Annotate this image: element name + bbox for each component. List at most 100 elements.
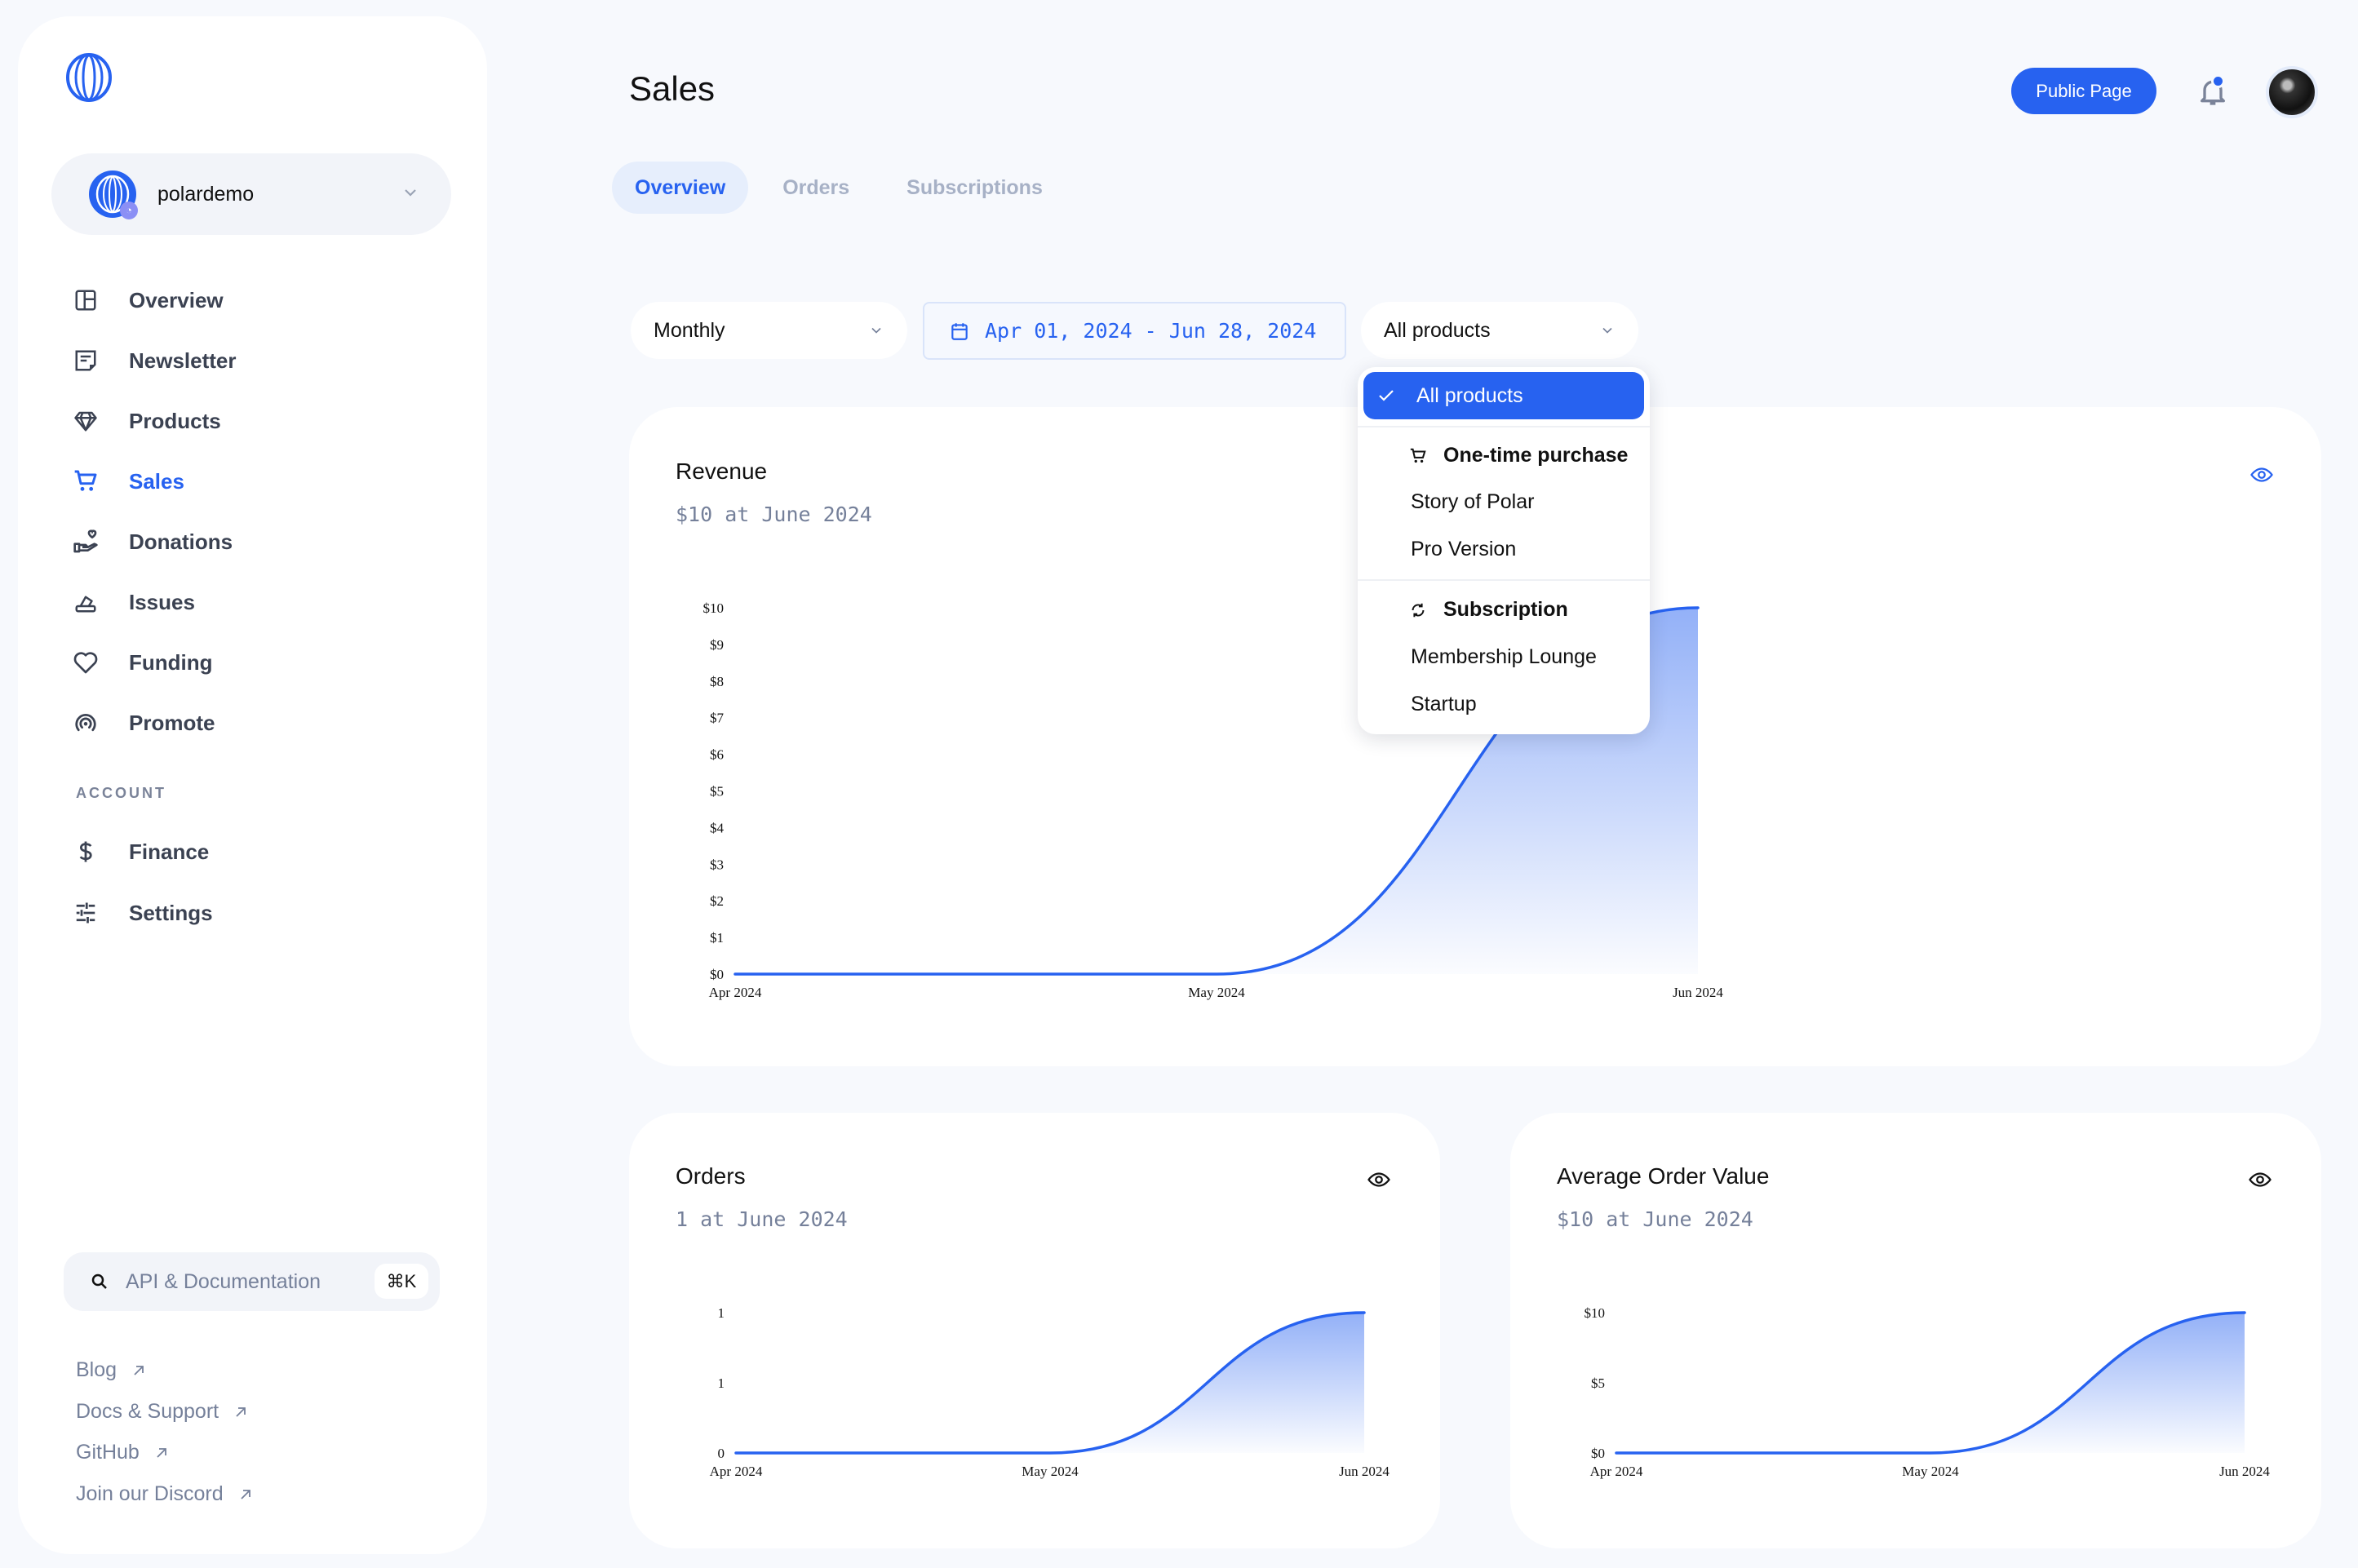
sidebar-item-label: Newsletter (129, 348, 237, 373)
eraser-icon (72, 588, 100, 616)
dropdown-option[interactable]: Pro Version (1411, 538, 1516, 561)
product-select[interactable]: All products (1361, 302, 1638, 359)
sidebar-item-newsletter[interactable]: Newsletter (72, 340, 431, 381)
x-tick-label: May 2024 (1188, 985, 1245, 1000)
check-icon (1379, 390, 1394, 401)
docs-support-link[interactable]: Docs & Support (76, 1400, 248, 1424)
keyboard-shortcut: ⌘K (375, 1264, 428, 1299)
sidebar-item-label: Promote (129, 710, 215, 735)
sidebar-item-sales[interactable]: Sales (72, 461, 431, 502)
x-tick-label: Apr 2024 (1590, 1464, 1643, 1479)
sidebar-item-products[interactable]: Products (72, 401, 431, 441)
notification-badge (2211, 74, 2225, 88)
date-range-value: Apr 01, 2024 - Jun 28, 2024 (985, 319, 1317, 343)
link-label: GitHub (76, 1441, 140, 1464)
cart-icon (1410, 448, 1426, 463)
x-tick-label: May 2024 (1022, 1464, 1079, 1479)
sidebar-item-label: Finance (129, 839, 210, 864)
y-tick-label: $1 (710, 930, 724, 946)
orders-chart: 0 1 1 Apr 2024 May 2024 Jun 2024 (710, 1305, 1390, 1479)
newsletter-icon (72, 347, 100, 374)
sidebar-item-issues[interactable]: Issues (72, 582, 431, 622)
docs-search-label: API & Documentation (126, 1269, 321, 1293)
tab-overview[interactable]: Overview (612, 162, 749, 214)
link-label: Docs & Support (76, 1400, 219, 1423)
link-label: Blog (76, 1358, 117, 1381)
y-tick-label: 1 (718, 1305, 725, 1321)
date-range-picker[interactable]: Apr 01, 2024 - Jun 28, 2024 (923, 302, 1346, 360)
y-tick-label: $10 (703, 600, 725, 616)
account-section-label: ACCOUNT (76, 785, 166, 801)
interval-select[interactable]: Monthly (631, 302, 907, 359)
dollar-icon (72, 838, 100, 866)
dropdown-option[interactable]: Membership Lounge (1411, 645, 1597, 669)
y-tick-label: $0 (1591, 1446, 1605, 1461)
sidebar-item-label: Donations (129, 529, 233, 554)
x-tick-label: Jun 2024 (1339, 1464, 1390, 1479)
aov-chart: $0 $5 $10 Apr 2024 May 2024 Jun 2024 (1585, 1305, 2271, 1479)
polar-logo-icon[interactable] (65, 53, 113, 102)
dropdown-option-all-products[interactable]: All products (1363, 372, 1644, 419)
sidebar-item-label: Overview (129, 287, 224, 312)
tab-orders[interactable]: Orders (760, 162, 872, 214)
sidebar-item-funding[interactable]: Funding (72, 642, 431, 683)
github-link[interactable]: GitHub (76, 1441, 169, 1464)
refresh-icon (1412, 603, 1425, 617)
x-tick-label: Jun 2024 (1673, 985, 1723, 1000)
external-link-icon (157, 1447, 166, 1458)
y-tick-label: $3 (710, 857, 724, 872)
x-tick-label: Jun 2024 (2219, 1464, 2270, 1479)
search-icon (91, 1273, 107, 1289)
y-tick-label: $5 (1591, 1375, 1605, 1391)
broadcast-icon (72, 709, 100, 737)
y-tick-label: $4 (710, 820, 725, 835)
y-tick-label: $5 (710, 784, 724, 800)
dropdown-option[interactable]: Startup (1411, 693, 1477, 716)
divider (1358, 579, 1650, 581)
y-tick-label: $2 (710, 893, 724, 909)
dropdown-group-subscription: Subscription (1411, 598, 1568, 622)
y-tick-label: 0 (718, 1446, 725, 1461)
y-tick-label: $0 (710, 967, 724, 982)
y-tick-label: $7 (710, 711, 725, 726)
hand-heart-icon (72, 528, 100, 556)
layout-icon (72, 286, 100, 314)
sidebar-item-settings[interactable]: Settings (72, 893, 431, 933)
discord-link[interactable]: Join our Discord (76, 1482, 253, 1506)
org-avatar: ◔ (89, 171, 138, 219)
chevron-down-icon (871, 327, 881, 334)
sidebar-item-promote[interactable]: Promote (72, 702, 431, 743)
user-avatar[interactable] (2266, 66, 2318, 118)
sidebar-item-label: Settings (129, 900, 213, 925)
tab-subscriptions[interactable]: Subscriptions (884, 162, 1066, 214)
sidebar-item-label: Products (129, 408, 221, 433)
github-icon: ◔ (120, 202, 138, 219)
dropdown-option[interactable]: Story of Polar (1411, 490, 1534, 514)
y-tick-label: $9 (710, 637, 724, 653)
y-tick-label: $8 (710, 674, 724, 689)
x-tick-label: May 2024 (1902, 1464, 1959, 1479)
interval-value: Monthly (654, 318, 725, 342)
x-tick-label: Apr 2024 (710, 1464, 763, 1479)
x-tick-label: Apr 2024 (709, 985, 762, 1000)
sidebar-item-finance[interactable]: Finance (72, 831, 431, 872)
y-tick-label: $10 (1585, 1305, 1606, 1321)
y-tick-label: 1 (718, 1375, 725, 1391)
sidebar-item-label: Sales (129, 468, 184, 494)
y-tick-label: $6 (710, 747, 724, 763)
organization-switcher[interactable]: ◔ polardemo (51, 153, 451, 235)
org-name: polardemo (157, 182, 255, 206)
divider (1358, 426, 1650, 427)
sidebar-item-donations[interactable]: Donations (72, 521, 431, 562)
diamond-icon (72, 407, 100, 435)
public-page-button[interactable]: Public Page (2011, 68, 2156, 114)
group-label: Subscription (1443, 598, 1568, 621)
sidebar-item-overview[interactable]: Overview (72, 280, 431, 321)
group-label: One-time purchase (1443, 444, 1629, 467)
sidebar-item-label: Funding (129, 649, 213, 675)
docs-search-button[interactable]: API & Documentation ⌘K (64, 1252, 440, 1311)
blog-link[interactable]: Blog (76, 1358, 146, 1382)
chevron-down-icon (405, 189, 416, 197)
link-label: Join our Discord (76, 1482, 224, 1505)
product-value: All products (1384, 318, 1491, 342)
